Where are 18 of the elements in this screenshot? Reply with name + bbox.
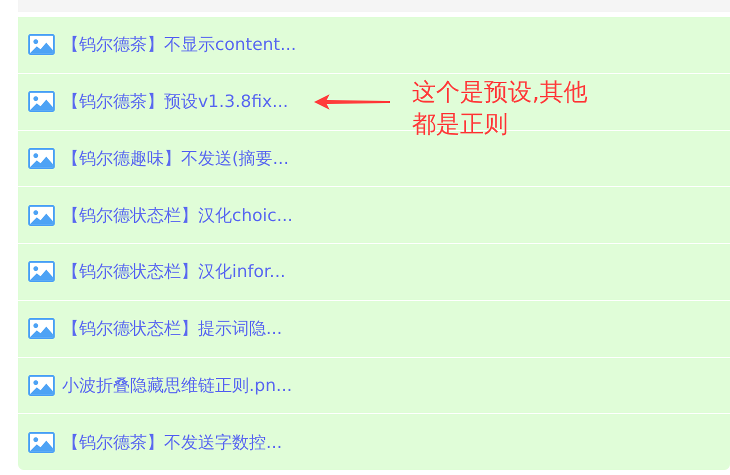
image-icon [28,91,55,112]
file-name: 小波折叠隐藏思维链正则.pn... [62,374,292,397]
file-name: 【钨尔德茶】不发送字数控... [62,432,282,454]
image-icon [28,148,55,169]
file-name: 【钨尔德趣味】不发送(摘要... [62,148,289,170]
image-icon [28,318,55,340]
file-name: 【钨尔德状态栏】提示词隐... [62,318,282,340]
image-icon [28,204,55,226]
image-icon [28,432,55,453]
image-icon [28,34,55,56]
annotation-text: 这个是预设,其他 都是正则 [412,77,588,140]
arrow-icon [314,94,392,110]
file-name: 【钨尔德茶】不显示content... [62,34,296,56]
image-icon [28,261,55,282]
file-name: 【钨尔德茶】预设v1.3.8fix... [62,91,288,114]
file-name: 【钨尔德状态栏】汉化infor... [62,261,286,284]
image-icon [28,374,55,396]
file-name: 【钨尔德状态栏】汉化choic... [62,204,293,227]
